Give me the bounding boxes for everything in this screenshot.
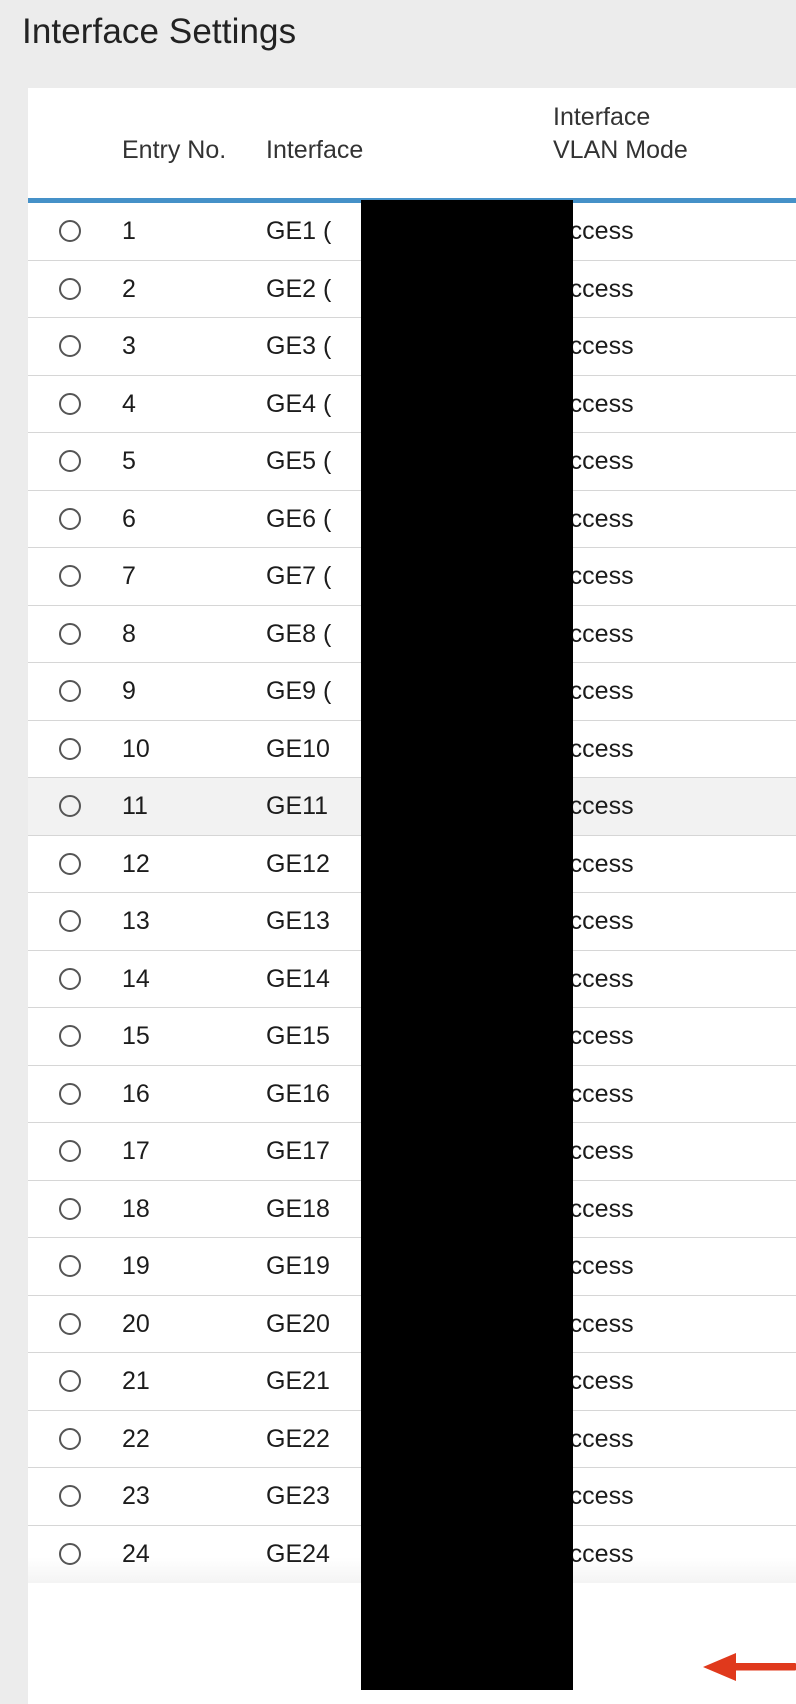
cell-entry-no: 15 <box>122 1022 150 1050</box>
row-radio-button[interactable] <box>59 220 81 242</box>
cell-interface: GE22 <box>266 1424 330 1453</box>
cell-interface: GE18 <box>266 1194 330 1223</box>
cell-interface: GE16 <box>266 1079 330 1108</box>
row-radio-button[interactable] <box>59 1197 81 1220</box>
row-radio-button[interactable] <box>59 335 81 357</box>
row-radio-button[interactable] <box>59 967 81 990</box>
row-radio-button[interactable] <box>59 1025 81 1047</box>
row-radio-button[interactable] <box>59 737 81 760</box>
page-title: Interface Settings <box>22 12 297 51</box>
cell-entry-no: 19 <box>122 1252 150 1280</box>
cell-interface: GE11 <box>266 792 329 820</box>
cell-interface: GE24 <box>266 1539 330 1568</box>
cell-entry-no: 2 <box>122 274 136 303</box>
row-radio-button[interactable] <box>59 1312 81 1335</box>
cell-entry-no: 10 <box>122 734 150 763</box>
cell-entry-no: 1 <box>122 217 136 245</box>
cell-interface: GE19 <box>266 1252 330 1280</box>
cell-entry-no: 4 <box>122 389 136 418</box>
cell-interface: GE3 ( <box>266 332 332 360</box>
cell-entry-no: 22 <box>122 1424 150 1453</box>
cell-interface: GE8 ( <box>266 619 332 648</box>
row-radio-button[interactable] <box>59 565 81 587</box>
row-radio-button[interactable] <box>59 622 81 645</box>
row-radio-button[interactable] <box>59 392 81 415</box>
cell-interface: GE12 <box>266 849 330 878</box>
redaction-box <box>361 200 573 1690</box>
cell-interface: GE14 <box>266 964 330 993</box>
cell-entry-no: 6 <box>122 504 136 533</box>
cell-interface: GE17 <box>266 1137 330 1165</box>
cell-entry-no: 24 <box>122 1539 150 1568</box>
cell-entry-no: 18 <box>122 1194 150 1223</box>
cell-entry-no: 3 <box>122 332 136 360</box>
cell-interface: GE13 <box>266 907 330 935</box>
cell-entry-no: 11 <box>122 792 148 820</box>
cell-interface: GE1 ( <box>266 217 332 245</box>
column-header-entry-no[interactable]: Entry No. <box>122 134 226 167</box>
cell-entry-no: 20 <box>122 1309 150 1338</box>
row-radio-button[interactable] <box>59 680 81 702</box>
cell-interface: GE4 ( <box>266 389 332 418</box>
row-radio-button[interactable] <box>59 507 81 530</box>
row-radio-button[interactable] <box>59 1485 81 1507</box>
cell-interface: GE21 <box>266 1367 330 1395</box>
cell-interface: GE15 <box>266 1022 330 1050</box>
row-radio-button[interactable] <box>59 1140 81 1162</box>
cell-interface: GE2 ( <box>266 274 332 303</box>
column-header-interface-vlan-mode[interactable]: Interface VLAN Mode <box>553 101 688 167</box>
row-radio-button[interactable] <box>59 795 81 817</box>
row-radio-button[interactable] <box>59 277 81 300</box>
cell-entry-no: 7 <box>122 562 136 590</box>
cell-entry-no: 9 <box>122 677 136 705</box>
cell-interface: GE7 ( <box>266 562 332 590</box>
row-radio-button[interactable] <box>59 1255 81 1277</box>
cell-entry-no: 5 <box>122 447 136 475</box>
cell-entry-no: 23 <box>122 1482 150 1510</box>
cell-interface: GE20 <box>266 1309 330 1338</box>
row-radio-button[interactable] <box>59 1427 81 1450</box>
cell-interface: GE6 ( <box>266 504 332 533</box>
row-radio-button[interactable] <box>59 910 81 932</box>
cell-entry-no: 17 <box>122 1137 150 1165</box>
cell-entry-no: 12 <box>122 849 150 878</box>
cell-interface: GE5 ( <box>266 447 332 475</box>
column-header-interface[interactable]: Interface <box>266 134 363 167</box>
row-radio-button[interactable] <box>59 1542 81 1565</box>
cell-entry-no: 13 <box>122 907 150 935</box>
cell-interface: GE23 <box>266 1482 330 1510</box>
table-header-row: Entry No. Interface Interface VLAN Mode <box>28 88 796 198</box>
row-radio-button[interactable] <box>59 1082 81 1105</box>
cell-entry-no: 14 <box>122 964 150 993</box>
cell-entry-no: 21 <box>122 1367 150 1395</box>
cell-entry-no: 8 <box>122 619 136 648</box>
row-radio-button[interactable] <box>59 450 81 472</box>
cell-entry-no: 16 <box>122 1079 150 1108</box>
cell-interface: GE9 ( <box>266 677 332 705</box>
row-radio-button[interactable] <box>59 1370 81 1392</box>
cell-interface: GE10 <box>266 734 330 763</box>
row-radio-button[interactable] <box>59 852 81 875</box>
